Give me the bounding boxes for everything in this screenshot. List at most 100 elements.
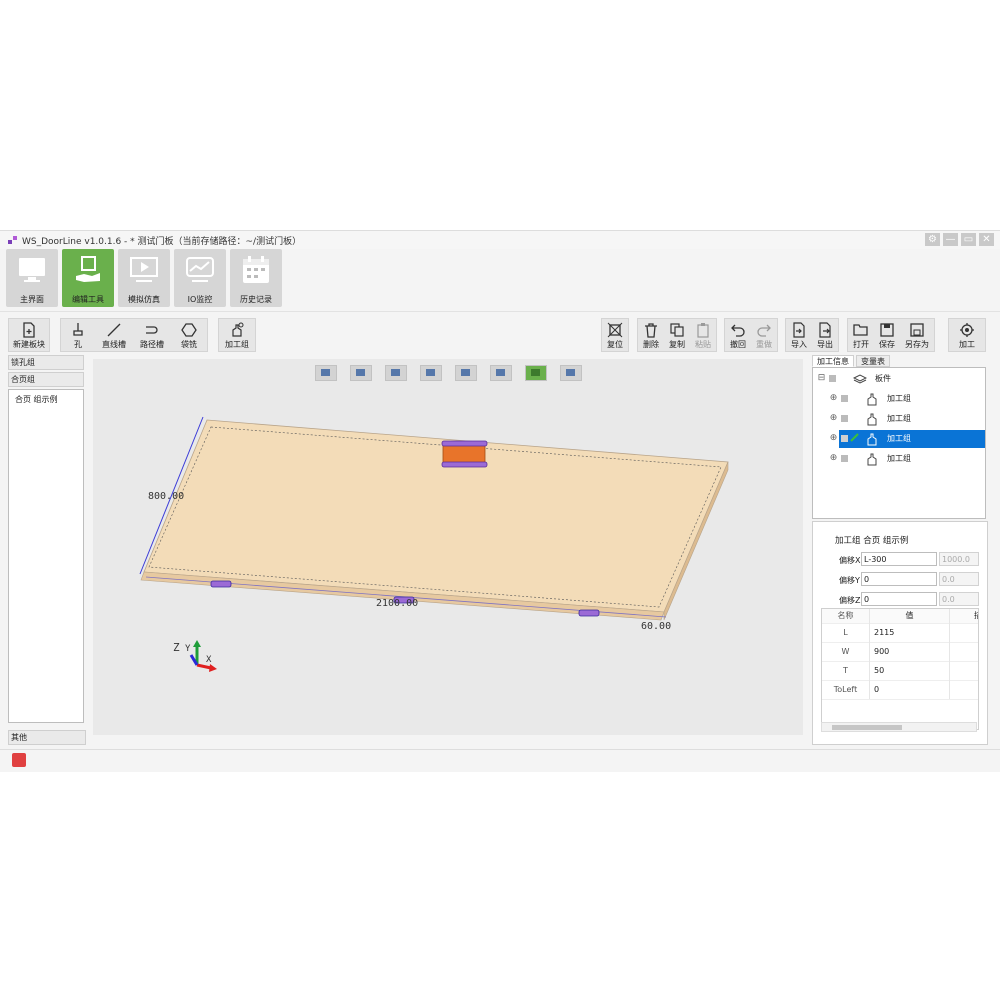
export-icon — [819, 322, 831, 338]
expand-icon[interactable]: ⊕ — [829, 434, 838, 443]
copy-button[interactable]: 复制 — [664, 319, 690, 351]
selection-highlight — [839, 430, 985, 448]
tree-root[interactable]: ⊟ 板件 — [813, 370, 985, 388]
table-row[interactable]: L 2115 — [822, 623, 978, 643]
app-logo-icon — [8, 236, 17, 244]
reset-icon — [607, 322, 623, 338]
table-row[interactable]: W 900 — [822, 642, 978, 662]
checkbox[interactable] — [841, 455, 848, 462]
calculator-icon[interactable] — [12, 753, 26, 767]
nav-edit-tools[interactable]: 编辑工具 — [62, 249, 114, 307]
checkbox[interactable] — [829, 375, 836, 382]
paste-button[interactable]: 粘贴 — [690, 319, 716, 351]
expand-icon[interactable]: ⊕ — [829, 414, 838, 423]
checkbox[interactable] — [841, 395, 848, 402]
main-nav: 主界面 编辑工具 模拟仿真 IO监控 历史记录 — [0, 249, 1000, 307]
checkbox[interactable] — [841, 415, 848, 422]
list-item[interactable]: 合页 组示例 — [15, 394, 77, 405]
tree-item-process-group-2[interactable]: ⊕ 加工组 — [813, 410, 985, 428]
col-value-header[interactable]: 值 — [870, 609, 950, 623]
trash-icon — [645, 323, 657, 338]
process-group-button[interactable]: 加工组 — [219, 319, 255, 351]
cell-desc[interactable] — [950, 661, 978, 680]
toolbar-group-io: 导入 导出 — [785, 318, 839, 352]
properties-panel: 加工组 合页 组示例 偏移X L-300 1000.0 偏移Y 0 0.0 偏移… — [812, 521, 988, 745]
cell-desc[interactable] — [950, 680, 978, 699]
open-label: 打开 — [853, 340, 869, 349]
line-slot-label: 直线槽 — [102, 340, 126, 349]
3d-viewport[interactable]: 800.00 2100.00 60.00 Z Y X — [93, 359, 803, 735]
import-button[interactable]: 导入 — [786, 319, 812, 351]
cell-value[interactable]: 900 — [870, 642, 950, 661]
save-button[interactable]: 保存 — [874, 319, 900, 351]
table-row[interactable]: T 50 — [822, 661, 978, 681]
reset-button[interactable]: 复位 — [602, 319, 628, 351]
cell-name: L — [822, 623, 870, 642]
nav-main[interactable]: 主界面 — [6, 249, 58, 307]
tab-process-info[interactable]: 加工信息 — [812, 355, 854, 367]
open-button[interactable]: 打开 — [848, 319, 874, 351]
tab-variables[interactable]: 变量表 — [856, 355, 890, 367]
delete-label: 删除 — [643, 340, 659, 349]
expand-icon[interactable]: ⊕ — [829, 394, 838, 403]
scrollbar-thumb[interactable] — [832, 725, 902, 730]
cell-desc[interactable] — [950, 623, 978, 642]
collapse-icon[interactable]: ⊟ — [817, 374, 826, 383]
export-button[interactable]: 导出 — [812, 319, 838, 351]
offset-z-label: 偏移Z — [839, 596, 861, 605]
undo-button[interactable]: 撤回 — [725, 319, 751, 351]
copy-icon — [670, 323, 684, 337]
col-desc-header[interactable]: 描 — [950, 609, 978, 623]
line-slot-button[interactable]: 直线槽 — [95, 319, 133, 351]
offset-z-result: 0.0 — [939, 592, 979, 606]
offset-z-input[interactable]: 0 — [861, 592, 937, 606]
new-board-button[interactable]: 新建板块 — [9, 319, 49, 351]
cell-value[interactable]: 0 — [870, 680, 950, 699]
tree-item-process-group-1[interactable]: ⊕ 加工组 — [813, 390, 985, 408]
folder-open-icon — [853, 324, 868, 336]
offset-x-input[interactable]: L-300 — [861, 552, 937, 566]
pocket-icon — [181, 323, 197, 337]
hand-tool-icon — [867, 433, 877, 446]
expand-icon[interactable]: ⊕ — [829, 454, 838, 463]
table-row[interactable]: ToLeft 0 — [822, 680, 978, 700]
save-as-button[interactable]: 另存为 — [900, 319, 934, 351]
table-horizontal-scrollbar[interactable] — [821, 722, 977, 732]
col-name-header[interactable]: 名称 — [822, 609, 870, 623]
calendar-icon — [243, 256, 269, 283]
nav-simulation-label: 模拟仿真 — [128, 295, 160, 304]
other-group-header[interactable]: 其他 — [8, 730, 86, 745]
path-slot-button[interactable]: 路径槽 — [133, 319, 171, 351]
tree-item-process-group-3[interactable]: ⊕ 加工组 — [813, 430, 985, 448]
cell-desc[interactable] — [950, 642, 978, 661]
hand-tool-icon — [867, 393, 877, 406]
tree-item-process-group-4[interactable]: ⊕ 加工组 — [813, 450, 985, 468]
delete-button[interactable]: 删除 — [638, 319, 664, 351]
window-title: WS_DoorLine v1.0.1.6 - * 测试门板（当前存储路径：~/测… — [22, 237, 302, 247]
nav-history[interactable]: 历史记录 — [230, 249, 282, 307]
reset-label: 复位 — [607, 340, 623, 349]
toolbar-group-board: 新建板块 — [8, 318, 50, 352]
hole-button[interactable]: 孔 — [61, 319, 95, 351]
length-dimension-text: 2100.00 — [376, 598, 418, 609]
machine-button[interactable]: 加工 — [949, 319, 985, 351]
pocket-button[interactable]: 袋铣 — [171, 319, 207, 351]
pocket-label: 袋铣 — [181, 340, 197, 349]
settings-icon[interactable]: ⚙ — [925, 233, 940, 246]
close-icon[interactable]: ✕ — [979, 233, 994, 246]
drill-hole-icon — [73, 323, 83, 336]
maximize-icon[interactable]: ▭ — [961, 233, 976, 246]
checkbox[interactable] — [841, 435, 848, 442]
redo-button[interactable]: 重做 — [751, 319, 777, 351]
cell-value[interactable]: 50 — [870, 661, 950, 680]
minimize-icon[interactable]: — — [943, 233, 958, 246]
offset-y-input[interactable]: 0 — [861, 572, 937, 586]
nav-simulation[interactable]: 模拟仿真 — [118, 249, 170, 307]
nav-io-monitor[interactable]: IO监控 — [174, 249, 226, 307]
new-board-label: 新建板块 — [13, 340, 45, 349]
hinge-group-header[interactable]: 合页组 — [8, 372, 84, 387]
lock-hole-group-header[interactable]: 锁孔组 — [8, 355, 84, 370]
cell-value[interactable]: 2115 — [870, 623, 950, 642]
component-library: 锁孔组 合页组 合页 组示例 其他 — [8, 355, 86, 745]
axis-z-label: Z — [173, 641, 180, 654]
